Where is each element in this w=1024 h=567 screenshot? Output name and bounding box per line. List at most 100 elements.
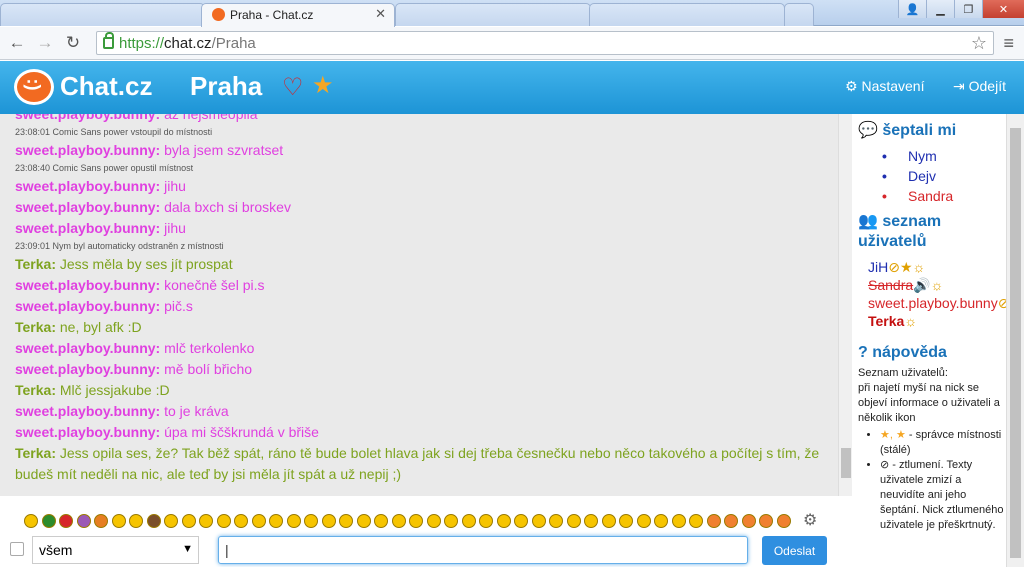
smiley-icon[interactable] xyxy=(759,514,773,528)
message-nick[interactable]: sweet.playboy.bunny: xyxy=(15,199,160,215)
smiley-icon[interactable] xyxy=(339,514,353,528)
smiley-icon[interactable] xyxy=(181,514,196,528)
message-nick[interactable]: sweet.playboy.bunny: xyxy=(15,340,160,356)
user-list-item[interactable]: Sandra🔊☼ xyxy=(858,276,1006,294)
smiley-icon[interactable] xyxy=(59,514,73,528)
smiley-icon[interactable] xyxy=(584,514,598,528)
smiley-icon[interactable] xyxy=(199,514,213,528)
smiley-icon[interactable] xyxy=(409,514,423,528)
smiley-icon[interactable] xyxy=(146,514,161,528)
user-nick[interactable]: Terka xyxy=(868,313,904,329)
reload-icon[interactable]: ↻ xyxy=(62,32,84,54)
settings-link[interactable]: ⚙ Nastavení xyxy=(845,78,925,95)
smiley-icon[interactable] xyxy=(514,514,528,528)
smiley-icon[interactable] xyxy=(41,514,56,528)
minimize-button[interactable]: ▁ xyxy=(926,0,954,18)
heart-icon[interactable]: ♡ xyxy=(282,73,304,102)
smiley-icon[interactable] xyxy=(94,514,108,528)
whisper-item[interactable]: Nym xyxy=(882,146,1006,166)
user-nick[interactable]: sweet.playboy.bunny xyxy=(868,295,998,311)
browser-tab[interactable] xyxy=(0,3,205,26)
smiley-icon[interactable] xyxy=(216,514,231,528)
smiley-icon[interactable] xyxy=(671,514,686,528)
browser-menu-icon[interactable]: ≡ xyxy=(1003,33,1014,54)
new-tab-button[interactable] xyxy=(784,3,814,26)
smiley-icon[interactable] xyxy=(234,514,248,528)
smiley-icon[interactable] xyxy=(164,514,178,528)
message-nick[interactable]: Terka: xyxy=(15,382,56,398)
smiley-icon[interactable] xyxy=(479,514,493,528)
message-nick[interactable]: sweet.playboy.bunny: xyxy=(15,298,160,314)
smiley-icon[interactable] xyxy=(286,514,301,528)
close-window-button[interactable]: ✕ xyxy=(982,0,1024,18)
message-nick[interactable]: sweet.playboy.bunny: xyxy=(15,361,160,377)
sidebar-scrollbar-thumb[interactable] xyxy=(1010,128,1021,558)
smiley-icon[interactable] xyxy=(444,514,458,528)
address-bar[interactable]: https://chat.cz/Praha ☆ xyxy=(96,31,994,55)
logout-link[interactable]: ⇥ Odejít xyxy=(953,78,1006,95)
smiley-icon[interactable] xyxy=(636,514,651,528)
message-nick[interactable]: sweet.playboy.bunny: xyxy=(15,142,160,158)
smiley-icon[interactable] xyxy=(426,514,441,528)
smiley-icon[interactable] xyxy=(356,514,371,528)
user-list-item[interactable]: JiH⊘★☼ xyxy=(858,258,1006,276)
user-list-item[interactable]: Terka☼ xyxy=(858,312,1006,330)
chat-logo-icon[interactable] xyxy=(14,69,54,105)
smiley-icon[interactable] xyxy=(689,514,703,528)
smiley-icon[interactable] xyxy=(549,514,563,528)
smiley-icon[interactable] xyxy=(304,514,318,528)
smiley-icon[interactable] xyxy=(129,514,143,528)
user-list-item[interactable]: sweet.playboy.bunny⊘ xyxy=(858,294,1006,312)
user-icon[interactable]: 👤 xyxy=(898,0,926,18)
message-input[interactable]: | xyxy=(218,536,748,564)
message-nick[interactable]: sweet.playboy.bunny: xyxy=(15,277,160,293)
back-icon[interactable]: ← xyxy=(6,32,28,54)
star-icon[interactable]: ★ xyxy=(312,71,334,100)
smiley-icon[interactable] xyxy=(741,514,756,528)
smiley-icon[interactable] xyxy=(706,514,721,528)
smiley-icon[interactable] xyxy=(374,514,388,528)
smiley-icon[interactable] xyxy=(24,514,38,528)
smiley-icon[interactable] xyxy=(619,514,633,528)
message-nick[interactable]: Terka: xyxy=(15,445,56,461)
smiley-icon[interactable] xyxy=(461,514,476,528)
user-nick[interactable]: Sandra xyxy=(868,277,913,293)
message-nick[interactable]: sweet.playboy.bunny: xyxy=(15,178,160,194)
message-nick[interactable]: sweet.playboy.bunny: xyxy=(15,220,160,236)
smiley-icon[interactable] xyxy=(724,514,738,528)
smiley-icon[interactable] xyxy=(496,514,511,528)
messages-scrollbar[interactable] xyxy=(838,114,852,496)
smiley-icon[interactable] xyxy=(251,514,266,528)
message-nick[interactable]: Terka: xyxy=(15,256,56,272)
sidebar-scrollbar[interactable] xyxy=(1006,114,1024,567)
smiley-icon[interactable] xyxy=(321,514,336,528)
emoji-settings-gear-icon[interactable]: ⚙ xyxy=(803,510,817,530)
scrollbar-thumb[interactable] xyxy=(841,448,851,478)
recipient-select[interactable]: všem ▼ xyxy=(32,536,199,564)
browser-tab[interactable] xyxy=(589,3,785,26)
send-button[interactable]: Odeslat xyxy=(762,536,827,565)
site-logo-text[interactable]: Chat.cz xyxy=(60,71,152,102)
message-nick[interactable]: Terka: xyxy=(15,319,56,335)
user-nick[interactable]: JiH xyxy=(868,259,888,275)
tab-close-icon[interactable]: ✕ xyxy=(375,6,386,22)
smiley-icon[interactable] xyxy=(391,514,406,528)
private-checkbox[interactable] xyxy=(10,542,24,556)
smiley-icon[interactable] xyxy=(566,514,581,528)
smiley-icon[interactable] xyxy=(601,514,616,528)
message-nick[interactable]: sweet.playboy.bunny: xyxy=(15,424,160,440)
smiley-icon[interactable] xyxy=(269,514,283,528)
browser-tab[interactable] xyxy=(395,3,591,26)
message-nick[interactable]: sweet.playboy.bunny: xyxy=(15,114,160,122)
restore-button[interactable]: ❐ xyxy=(954,0,982,18)
forward-icon[interactable]: → xyxy=(34,32,56,54)
whisper-item[interactable]: Sandra xyxy=(882,186,1006,206)
bookmark-star-icon[interactable]: ☆ xyxy=(971,33,987,54)
whisper-item[interactable]: Dejv xyxy=(882,166,1006,186)
browser-tab-active[interactable]: Praha - Chat.cz ✕ xyxy=(201,3,395,27)
smiley-icon[interactable] xyxy=(76,514,91,528)
smiley-icon[interactable] xyxy=(776,514,791,528)
smiley-icon[interactable] xyxy=(111,514,126,528)
smiley-icon[interactable] xyxy=(654,514,668,528)
message-nick[interactable]: sweet.playboy.bunny: xyxy=(15,403,160,419)
